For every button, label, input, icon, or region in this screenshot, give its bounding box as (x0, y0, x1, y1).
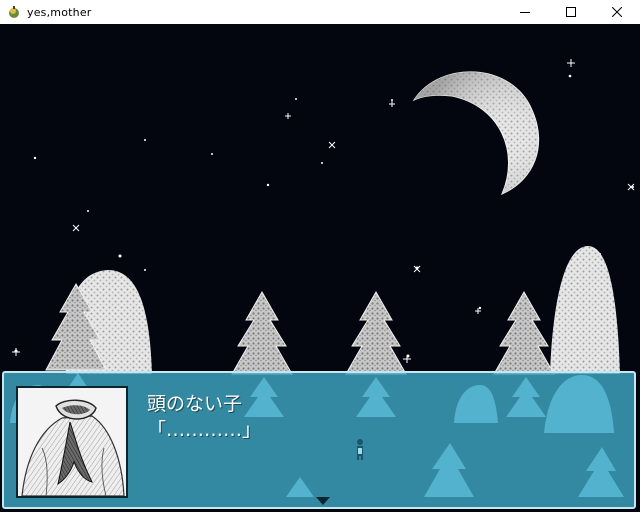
maximize-button[interactable] (548, 0, 594, 24)
window-title: yes,mother (27, 5, 92, 19)
speaker-name: 頭のない子 (147, 393, 243, 415)
minimize-button[interactable] (502, 0, 548, 24)
minimize-icon (520, 12, 530, 13)
app-icon (9, 6, 19, 18)
title-bar: yes,mother (0, 0, 640, 24)
next-page-arrow-icon[interactable] (316, 497, 330, 505)
game-window: yes,mother 頭のない子 「…………」 (0, 0, 640, 512)
headless-child-portrait (18, 388, 126, 496)
player-sprite (357, 439, 363, 460)
close-button[interactable] (594, 0, 640, 24)
message-window[interactable]: 頭のない子 「…………」 (2, 371, 636, 509)
dialogue-text: 「…………」 (147, 419, 262, 441)
maximize-icon (566, 7, 576, 17)
speaker-portrait (16, 386, 128, 498)
close-icon (612, 7, 622, 17)
